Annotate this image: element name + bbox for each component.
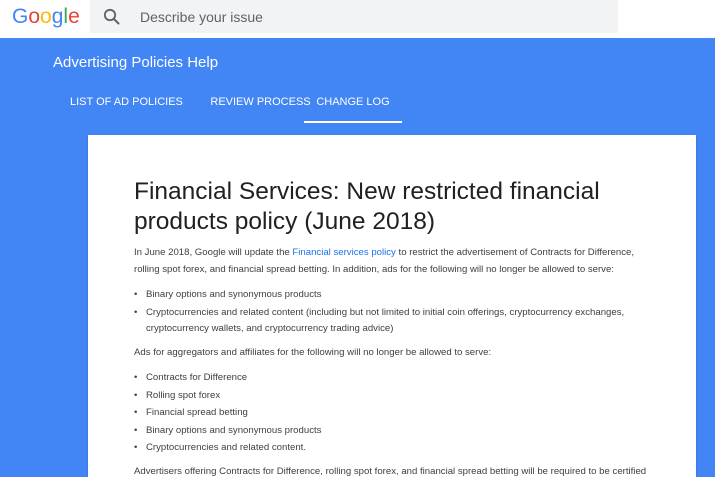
intro-paragraph: In June 2018, Google will update the Fin… xyxy=(134,245,654,278)
logo-letter: g xyxy=(51,5,64,28)
article: Financial Services: New restricted finan… xyxy=(134,177,654,477)
top-bar: Google xyxy=(0,0,715,39)
article-card: Financial Services: New restricted finan… xyxy=(88,135,696,477)
search-input[interactable] xyxy=(140,0,600,33)
tab-list-of-ad-policies[interactable]: LIST OF AD POLICIES xyxy=(53,88,203,121)
restricted-list: Binary options and synonymous products C… xyxy=(134,287,654,337)
logo-letter: o xyxy=(40,5,52,28)
list-item: Binary options and synonymous products xyxy=(134,287,654,303)
list-item: Cryptocurrencies and related content (in… xyxy=(134,305,654,337)
certification-paragraph: Advertisers offering Contracts for Diffe… xyxy=(134,466,647,477)
list-item: Financial spread betting xyxy=(134,405,654,421)
list-item: Contracts for Difference xyxy=(134,370,654,386)
search-icon[interactable] xyxy=(102,7,122,27)
logo-letter: o xyxy=(28,5,41,28)
intro-text: In June 2018, Google will update the xyxy=(134,247,293,258)
logo-letter: e xyxy=(68,5,80,28)
list-item: Cryptocurrencies and related content. xyxy=(134,440,654,456)
financial-services-policy-link[interactable]: Financial services policy xyxy=(292,247,395,258)
site-title[interactable]: Advertising Policies Help xyxy=(53,54,218,71)
help-center-page: Google Advertising Policies Help LIST OF… xyxy=(0,0,715,477)
article-title: Financial Services: New restricted finan… xyxy=(134,178,600,235)
search-box[interactable] xyxy=(90,0,618,33)
google-logo[interactable]: Google xyxy=(12,4,80,30)
tab-change-log[interactable]: CHANGE LOG xyxy=(304,88,402,123)
list-item: Rolling spot forex xyxy=(134,388,654,404)
aggregator-list: Contracts for Difference Rolling spot fo… xyxy=(134,370,654,456)
list-item: Binary options and synonymous products xyxy=(134,423,654,439)
logo-letter: G xyxy=(12,5,29,28)
header: Advertising Policies Help LIST OF AD POL… xyxy=(0,38,715,123)
aggregators-paragraph: Ads for aggregators and affiliates for t… xyxy=(134,346,492,358)
tab-review-process[interactable]: REVIEW PROCESS xyxy=(203,88,318,121)
